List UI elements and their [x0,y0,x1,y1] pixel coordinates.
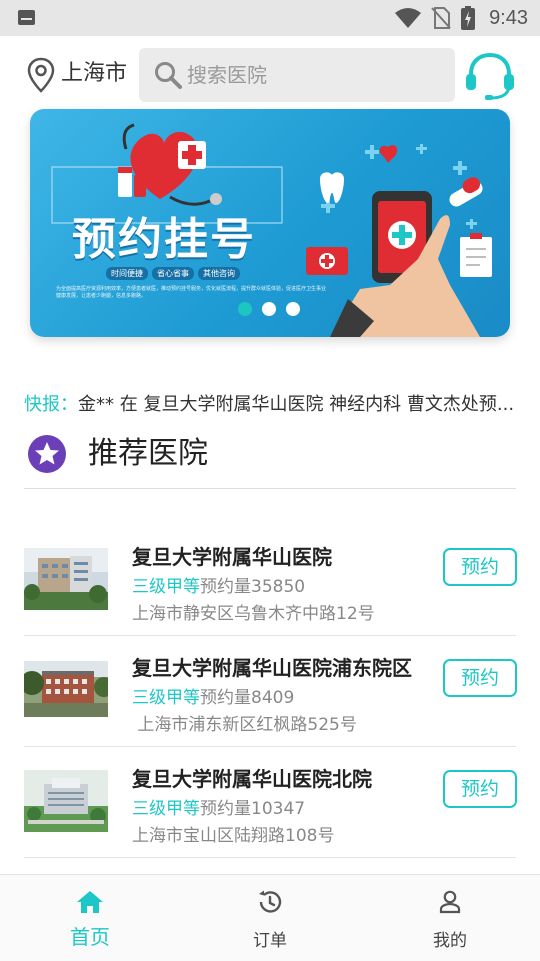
booking-count-label: 预约量 [200,688,251,708]
status-time: 9:43 [489,6,528,29]
hospital-address: 上海市浦东新区红枫路525号 [132,715,357,735]
booking-count: 35850 [251,577,306,597]
hospital-thumbnail [24,770,108,832]
hospital-address: 上海市静安区乌鲁木齐中路12号 [132,604,375,624]
app-header: 上海市 [0,36,540,116]
banner-tag: 其他咨询 [198,267,240,280]
hospital-card[interactable]: 复旦大学附属华山医院 三级甲等预约量35850 上海市静安区乌鲁木齐中路12号 … [24,525,517,636]
hospital-address: 上海市宝山区陆翔路108号 [132,826,335,846]
booking-count: 10347 [251,799,306,819]
search-icon [155,62,182,89]
book-button[interactable]: 预约 [443,548,517,586]
home-icon [77,891,103,913]
status-icons: 9:43 [395,0,528,36]
nav-item-orders[interactable]: 订单 [210,875,330,961]
hospital-thumbnail [24,548,108,610]
banner-tag: 省心省事 [152,267,194,280]
news-label: 快报： [24,394,78,415]
banner-title: 预约挂号 [72,214,256,265]
carousel-indicators [238,302,300,316]
booking-count-label: 预约量 [200,577,251,597]
bottom-navigation: 首页 订单 我的 [0,874,540,961]
banner-tag: 时间便捷 [106,267,148,280]
book-button[interactable]: 预约 [443,659,517,697]
user-icon [439,890,461,914]
hospital-meta: 三级甲等预约量8409 [132,683,294,708]
city-selector[interactable]: 上海市 [61,58,127,90]
carousel-dot-active[interactable] [238,302,252,316]
booking-count-label: 预约量 [200,799,251,819]
location-pin-icon[interactable] [26,57,56,93]
carousel-dot[interactable] [286,302,300,316]
hospital-level: 三级甲等 [132,799,200,819]
section-title: 推荐医院 [88,436,208,471]
booking-count: 8409 [251,688,295,708]
search-bar[interactable] [139,48,455,102]
row-divider [24,857,516,858]
star-icon [28,435,66,473]
hospital-meta: 三级甲等预约量10347 [132,794,305,819]
banner-tags: 时间便捷 省心省事 其他咨询 [106,267,240,280]
hospital-name: 复旦大学附属华山医院 [132,545,332,569]
nav-item-profile[interactable]: 我的 [390,875,510,961]
no-sim-icon [431,7,451,29]
nav-label-profile: 我的 [433,931,467,951]
recommend-section-header: 推荐医院 [0,430,540,488]
hospital-level: 三级甲等 [132,688,200,708]
nav-label-home: 首页 [70,925,110,949]
hospital-card[interactable]: 复旦大学附属华山医院浦东院区 三级甲等预约量8409 上海市浦东新区红枫路525… [24,636,517,747]
notification-icon [18,10,35,25]
news-text: 金** 在 复旦大学附属华山医院 神经内科 曹文杰处预... [78,394,515,415]
history-icon [259,890,282,913]
hospital-thumbnail [24,661,108,717]
search-input[interactable] [187,48,437,102]
hospital-level: 三级甲等 [132,577,200,597]
wifi-icon [395,8,422,28]
status-bar: 9:43 [0,0,540,36]
nav-item-home[interactable]: 首页 [30,875,150,961]
battery-icon [461,6,476,30]
section-divider [24,488,516,489]
carousel-dot[interactable] [262,302,276,316]
promo-banner[interactable]: 预约挂号 时间便捷 省心省事 其他咨询 为全面提高医疗资源利用效率，方便患者就医… [30,109,510,337]
banner-description: 为全面提高医疗资源利用效率，方便患者就医，推动预约挂号服务，优化就医流程，提升群… [56,286,327,299]
hospital-name: 复旦大学附属华山医院北院 [132,767,372,791]
book-button[interactable]: 预约 [443,770,517,808]
hospital-name: 复旦大学附属华山医院浦东院区 [132,656,412,680]
hospital-card[interactable]: 复旦大学附属华山医院北院 三级甲等预约量10347 上海市宝山区陆翔路108号 … [24,747,517,858]
nav-label-orders: 订单 [253,931,287,951]
customer-service-icon[interactable] [463,50,517,102]
news-ticker[interactable]: 快报：金** 在 复旦大学附属华山医院 神经内科 曹文杰处预... [24,391,524,419]
hospital-meta: 三级甲等预约量35850 [132,572,305,597]
